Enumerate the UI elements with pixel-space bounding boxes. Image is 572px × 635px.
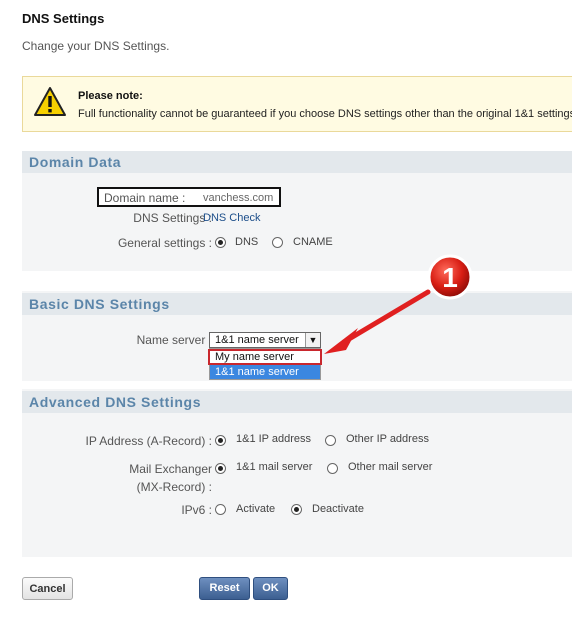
ipv6-label: IPv6 : (181, 503, 212, 517)
name-server-label: Name server : (136, 333, 212, 347)
advanced-dns-heading: Advanced DNS Settings (22, 391, 572, 413)
dns-check-link[interactable]: DNS Check (203, 212, 260, 224)
domain-data-heading: Domain Data (22, 151, 572, 173)
reset-button[interactable]: Reset (199, 577, 250, 600)
ipv6-deactivate-radio[interactable] (291, 504, 302, 515)
note-box: Please note: Full functionality cannot b… (22, 76, 572, 132)
ipv6-deactivate-label: Deactivate (312, 503, 364, 515)
arrow-shaft (341, 289, 431, 345)
domain-name-value: vanchess.com (203, 192, 274, 204)
ok-button[interactable]: OK (253, 577, 288, 600)
general-settings-label: General settings : (117, 236, 212, 250)
name-server-selected: 1&1 name server (215, 334, 299, 346)
mx-label-line1: Mail Exchanger (129, 462, 212, 476)
callout-number: 1 (442, 262, 458, 293)
page-subtitle: Change your DNS Settings. (22, 39, 170, 53)
mx-1and1-label: 1&1 mail server (236, 461, 313, 473)
general-cname-label: CNAME (293, 236, 333, 248)
ip-other-label: Other IP address (346, 433, 429, 445)
ip-other-radio[interactable] (325, 435, 336, 446)
note-title: Please note: (78, 90, 143, 102)
domain-name-box: Domain name : vanchess.com (97, 187, 281, 207)
callout-arrow-annotation: 1 (324, 254, 473, 354)
mx-other-label: Other mail server (348, 461, 433, 473)
general-dns-radio[interactable] (215, 237, 226, 248)
general-dns-label: DNS (235, 236, 259, 248)
mx-other-radio[interactable] (327, 463, 338, 474)
note-text: Full functionality cannot be guaranteed … (78, 108, 572, 120)
ipv6-activate-label: Activate (236, 503, 276, 515)
arrow-head (324, 328, 358, 354)
domain-name-label: Domain name : (104, 191, 186, 205)
page-title: DNS Settings (22, 11, 105, 26)
mx-label-line2: (MX-Record) : (136, 480, 212, 494)
advanced-dns-panel: Advanced DNS Settings IP Address (A-Reco… (22, 389, 572, 557)
cancel-button[interactable]: Cancel (22, 577, 73, 600)
dns-settings-label: DNS Settings : (133, 211, 212, 225)
ipv6-activate-radio[interactable] (215, 504, 226, 515)
ip-1and1-radio[interactable] (215, 435, 226, 446)
ip-address-label: IP Address (A-Record) : (85, 434, 213, 448)
general-cname-radio[interactable] (272, 237, 283, 248)
warning-icon (34, 87, 66, 116)
ip-1and1-label: 1&1 IP address (236, 433, 312, 445)
mx-1and1-radio[interactable] (215, 463, 226, 474)
